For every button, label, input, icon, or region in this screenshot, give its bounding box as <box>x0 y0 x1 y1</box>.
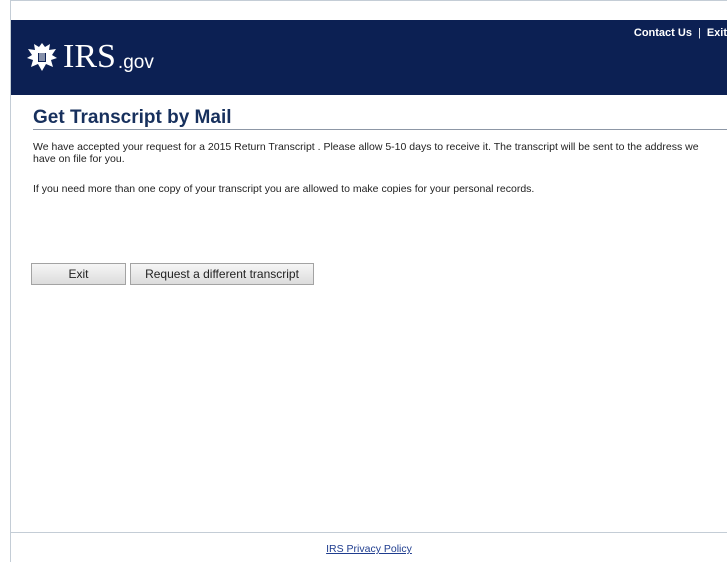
contact-us-link[interactable]: Contact Us <box>634 27 692 39</box>
exit-link[interactable]: Exit <box>707 27 727 39</box>
link-separator: | <box>697 27 701 39</box>
footer-divider <box>11 532 727 533</box>
header-links: Contact Us | Exit <box>634 27 727 39</box>
confirmation-message: We have accepted your request for a 2015… <box>33 141 699 165</box>
page-footer: IRS Privacy Policy <box>11 543 727 555</box>
request-different-transcript-button[interactable]: Request a different transcript <box>130 263 314 285</box>
eagle-icon <box>27 43 57 71</box>
title-divider <box>33 129 727 130</box>
exit-button[interactable]: Exit <box>31 263 126 285</box>
site-header: IRS .gov Contact Us | Exit <box>11 20 727 95</box>
page-title: Get Transcript by Mail <box>33 107 232 128</box>
logo-suffix: .gov <box>117 52 154 73</box>
logo-text: IRS <box>63 38 116 75</box>
copies-note: If you need more than one copy of your t… <box>33 183 535 195</box>
irs-logo[interactable]: IRS .gov <box>25 40 154 74</box>
page-frame: IRS .gov Contact Us | Exit Get Transcript … <box>10 0 727 562</box>
privacy-policy-link[interactable]: IRS Privacy Policy <box>326 543 412 555</box>
